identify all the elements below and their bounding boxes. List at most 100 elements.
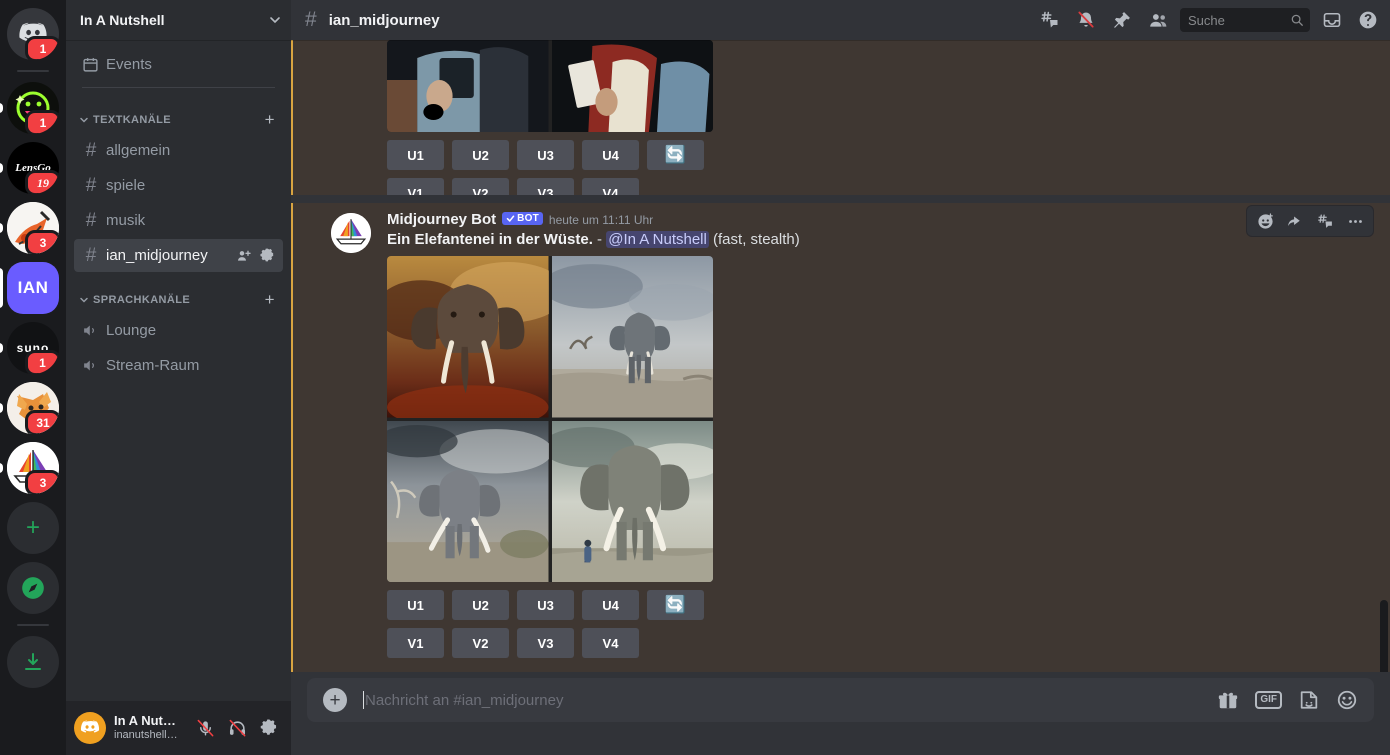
download-icon[interactable] [7,636,59,688]
message: Midjourney Bot BOT heute um 11:11 Uhr Ei… [307,203,1390,672]
channel-sidebar: In A Nutshell Events TEXTKANÄLE [66,0,291,755]
category-textkanaele[interactable]: TEXTKANÄLE + [74,94,283,134]
server-header[interactable]: In A Nutshell [66,0,291,40]
server-indicator [0,463,3,473]
sidebar-item-lounge[interactable]: Lounge [74,314,283,347]
attachment-image[interactable] [552,40,714,132]
more-options-button[interactable] [1341,208,1369,234]
invite-member-icon[interactable] [236,248,252,264]
reply-button[interactable] [1281,208,1309,234]
create-voice-channel-button[interactable]: + [265,290,275,310]
upscale-u2-button[interactable]: U2 [452,140,509,170]
notification-muted-icon [1076,10,1096,30]
gift-button[interactable] [1217,689,1239,711]
sticker-button[interactable] [1298,689,1320,711]
message-input[interactable]: Nachricht an #ian_midjourney [363,691,1201,709]
fox-server-avatar[interactable]: 31 [7,382,59,434]
attachment-image-4[interactable] [552,421,714,583]
upscale-u2-button[interactable]: U2 [452,590,509,620]
add-reaction-button[interactable] [1251,208,1279,234]
channel-settings-gear-icon[interactable] [260,248,275,263]
avatar[interactable] [74,712,106,744]
message-scrollbar[interactable] [1380,600,1388,672]
download-apps-button[interactable] [7,636,59,688]
message-input-container[interactable]: + Nachricht an #ian_midjourney GIF [307,678,1374,722]
hash-icon: # [82,140,100,162]
message-author[interactable]: Midjourney Bot [387,211,496,228]
variation-v4-button[interactable]: V4 [582,628,639,658]
attachment-image-1[interactable] [387,256,549,418]
server-rail-item-home[interactable]: 1 [7,8,59,60]
avatar[interactable] [331,213,371,253]
create-thread-button[interactable] [1311,208,1339,234]
compass-icon[interactable] [7,562,59,614]
upscale-u1-button[interactable]: U1 [387,140,444,170]
emoji-button[interactable] [1336,689,1358,711]
variation-v2-button[interactable]: V2 [452,628,509,658]
notification-settings-button[interactable] [1072,6,1100,34]
attachment-image[interactable] [387,40,549,132]
smiley-server-avatar[interactable]: 1 [7,82,59,134]
plus-icon[interactable]: + [7,502,59,554]
home-avatar[interactable]: 1 [7,8,59,60]
sidebar-item-label: Events [106,56,275,73]
server-rail-item-fox[interactable]: 31 [7,382,59,434]
search-input[interactable]: Suche [1180,8,1310,32]
user-mention[interactable]: @In A Nutshell [606,231,709,248]
upscale-u3-button[interactable]: U3 [517,590,574,620]
sidebar-item-events[interactable]: Events [74,48,283,81]
pinned-messages-button[interactable] [1108,6,1136,34]
sidebar-item-stream-raum[interactable]: Stream-Raum [74,349,283,382]
create-channel-button[interactable]: + [265,110,275,130]
explore-servers-button[interactable] [7,562,59,614]
variation-v1-button[interactable]: V1 [387,628,444,658]
add-server-button[interactable]: + [7,502,59,554]
inbox-button[interactable] [1318,6,1346,34]
threads-button[interactable] [1036,6,1064,34]
mute-microphone-button[interactable] [191,714,219,742]
channel-list: Events TEXTKANÄLE + # allgemein # spiele… [66,40,291,701]
sidebar-item-ian-midjourney[interactable]: # ian_midjourney [74,239,283,272]
attachment-image-3[interactable] [387,421,549,583]
attachment-image-grid-previous[interactable] [387,40,713,132]
help-button[interactable] [1354,6,1382,34]
user-identity[interactable]: In A Nutsh... inanutshell41... [114,714,183,742]
boat-server-avatar[interactable]: 3 [7,442,59,494]
message-composer-area: + Nachricht an #ian_midjourney GIF [291,672,1390,755]
attach-file-button[interactable]: + [323,688,347,712]
suno-server-avatar[interactable]: suno 1 [7,322,59,374]
variation-v3-button[interactable]: V3 [517,628,574,658]
chevron-down-icon[interactable] [267,12,283,28]
deafen-button[interactable] [223,714,251,742]
message-list[interactable]: U1 U2 U3 U4 🔄 V1 V2 V3 V4 [291,40,1390,672]
painting-server-avatar[interactable]: 3 [7,202,59,254]
upscale-u4-button[interactable]: U4 [582,590,639,620]
reroll-button[interactable]: 🔄 [647,590,704,620]
upscale-u1-button[interactable]: U1 [387,590,444,620]
gif-button[interactable]: GIF [1255,691,1282,709]
server-rail-item-boat[interactable]: 3 [7,442,59,494]
attachment-image-2[interactable] [552,256,714,418]
server-badge: 3 [25,470,59,494]
sidebar-item-allgemein[interactable]: # allgemein [74,134,283,167]
sidebar-item-musik[interactable]: # musik [74,204,283,237]
variation-v1-button[interactable]: V1 [387,178,444,195]
attachment-image-grid[interactable] [387,256,713,582]
variation-v2-button[interactable]: V2 [452,178,509,195]
upscale-u3-button[interactable]: U3 [517,140,574,170]
server-rail-item-ian[interactable]: IAN [7,262,59,314]
server-rail-item-lensgo[interactable]: LensGo 19 [7,142,59,194]
lensgo-server-avatar[interactable]: LensGo 19 [7,142,59,194]
ian-server-avatar[interactable]: IAN [7,262,59,314]
server-rail-item-smiley[interactable]: 1 [7,82,59,134]
server-rail-item-suno[interactable]: suno 1 [7,322,59,374]
reroll-button[interactable]: 🔄 [647,140,704,170]
sidebar-item-spiele[interactable]: # spiele [74,169,283,202]
member-list-button[interactable] [1144,6,1172,34]
upscale-u4-button[interactable]: U4 [582,140,639,170]
user-settings-button[interactable] [255,714,283,742]
server-rail-item-painting[interactable]: 3 [7,202,59,254]
variation-v3-button[interactable]: V3 [517,178,574,195]
category-sprachkanaele[interactable]: SPRACHKANÄLE + [74,274,283,314]
variation-v4-button[interactable]: V4 [582,178,639,195]
